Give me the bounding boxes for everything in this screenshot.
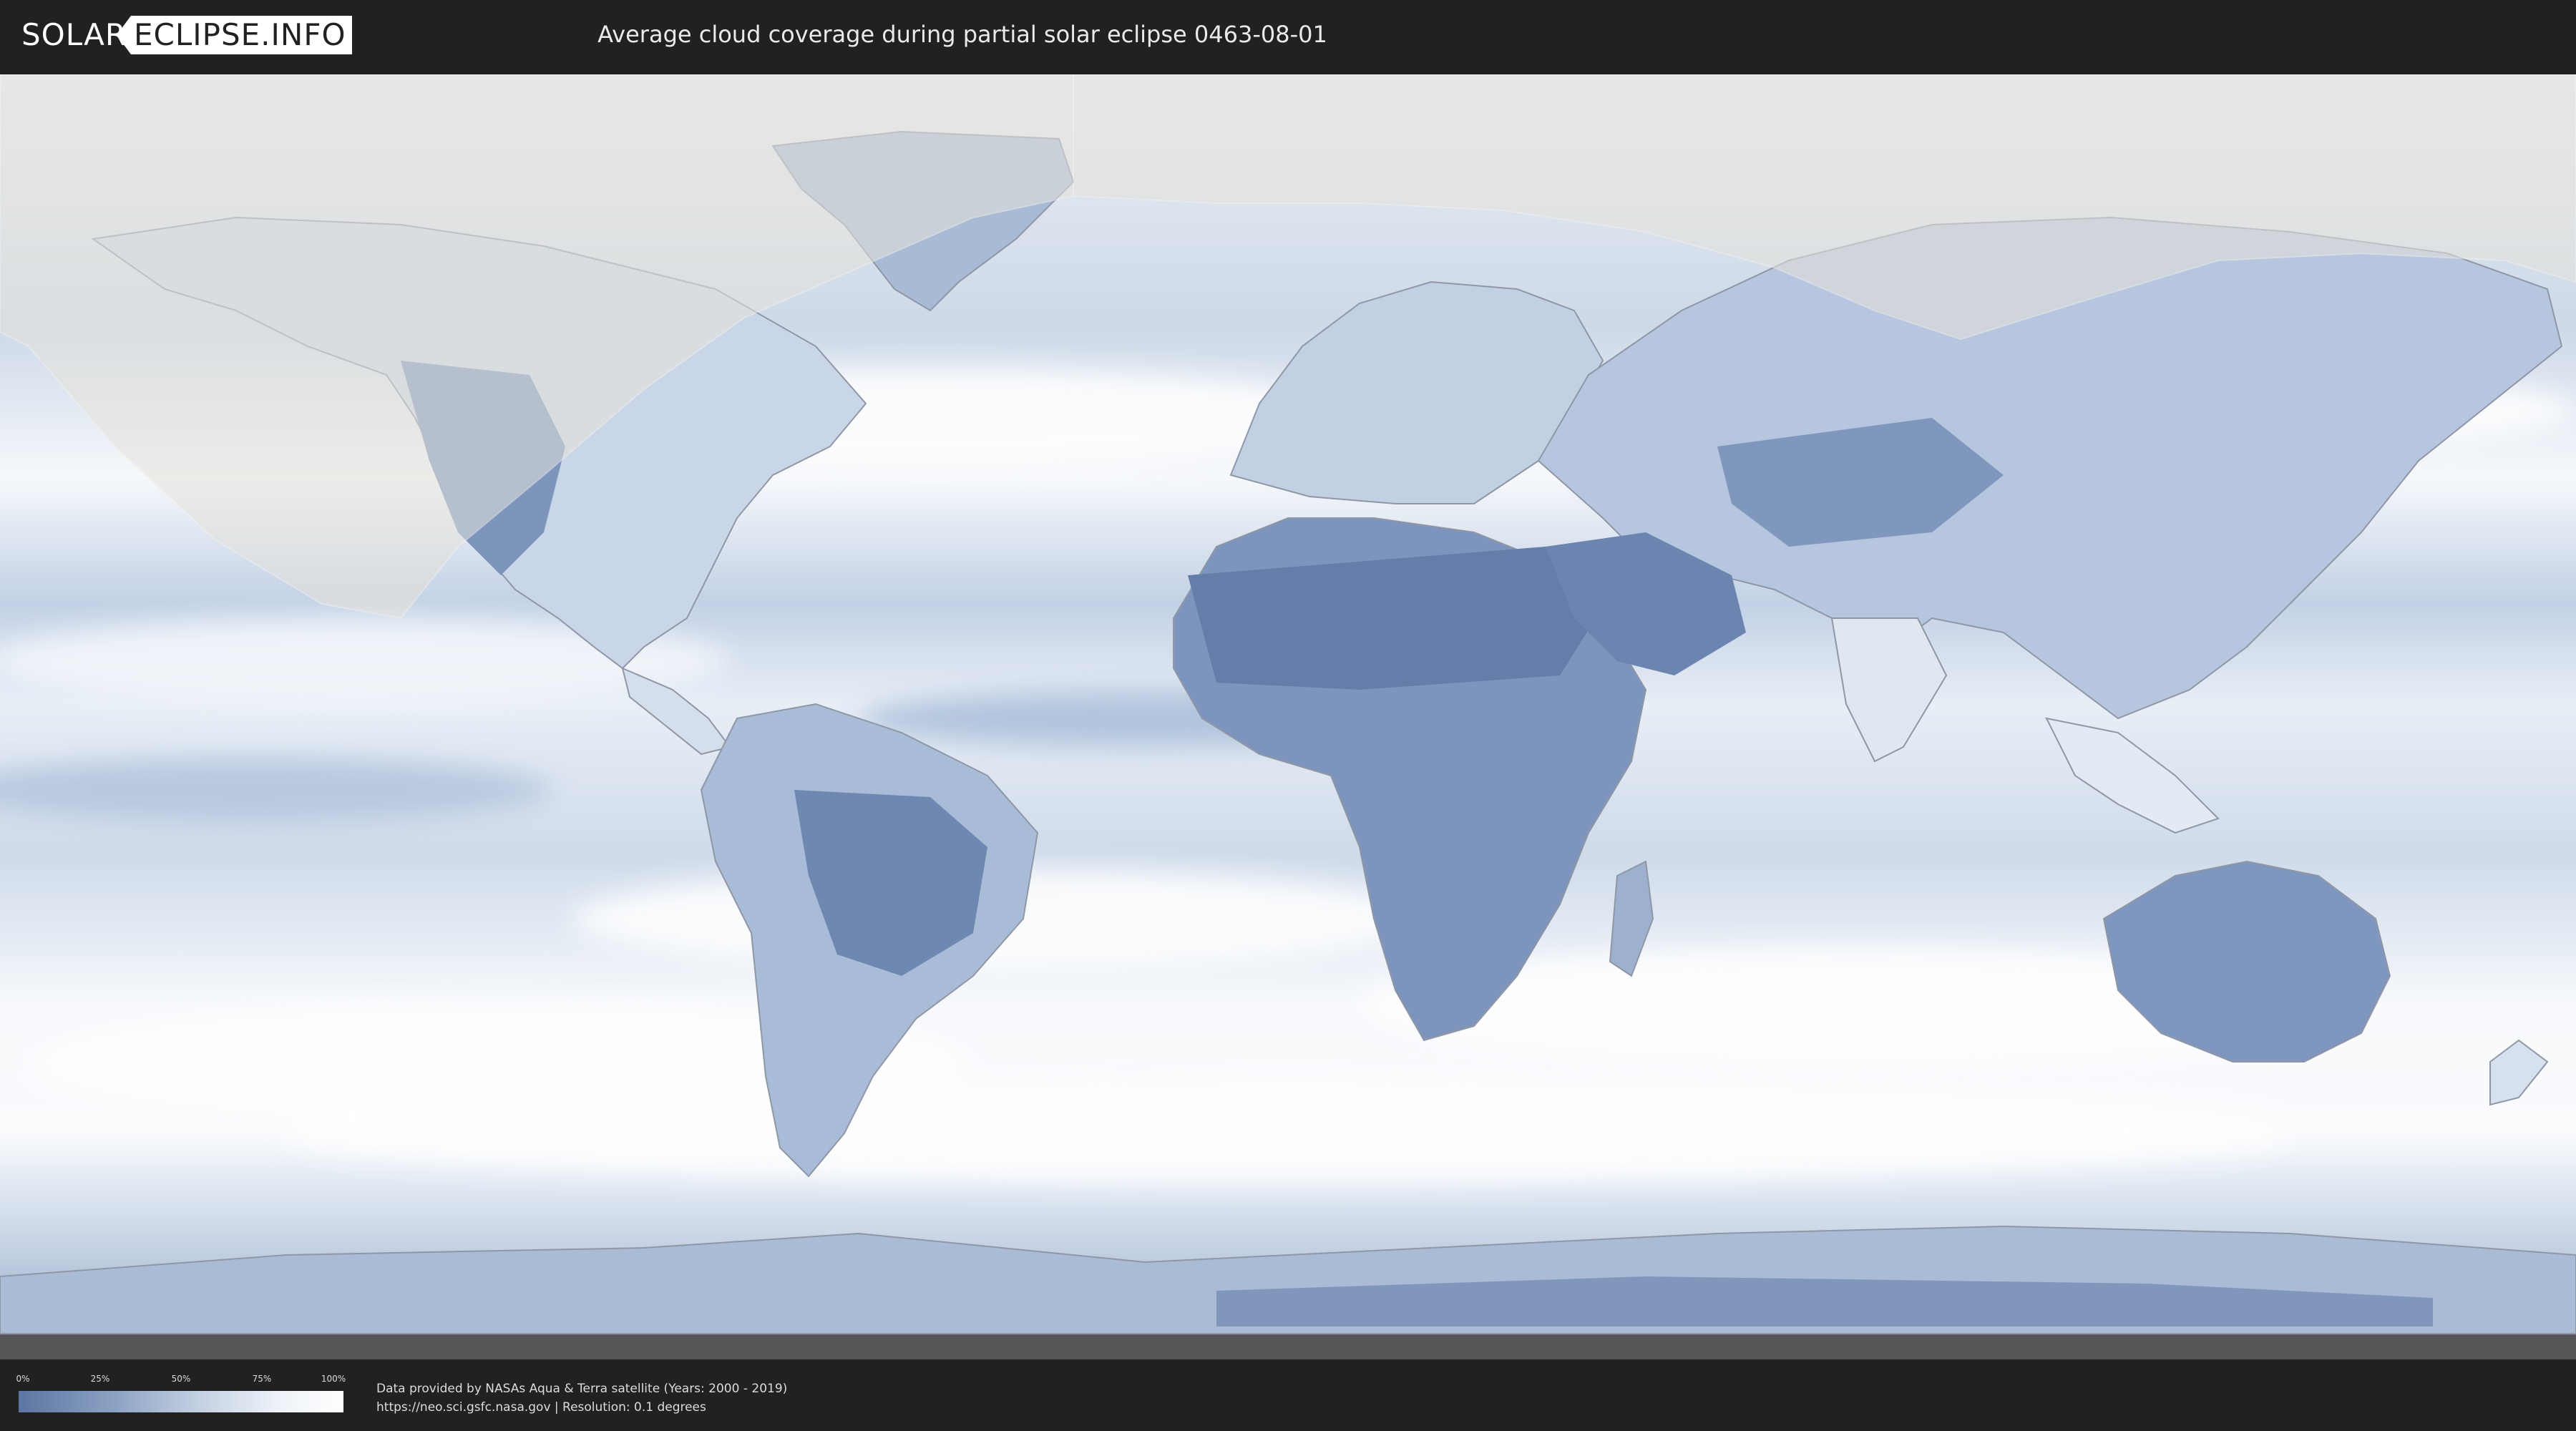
legend-tick: 100% [321,1374,346,1384]
map-bottom-edge [0,1334,2576,1359]
legend-tick: 50% [171,1374,191,1384]
page-title: Average cloud coverage during partial so… [597,21,1327,48]
legend-tick: 0% [16,1374,30,1384]
legend-tick: 75% [252,1374,272,1384]
legend-gradient-bar [19,1391,343,1412]
bottom-bar: 0% 25% 50% 75% 100% Data provided by NAS… [0,1359,2576,1431]
cloud-coverage-legend: 0% 25% 50% 75% 100% [16,1374,346,1417]
credit-url-resolution[interactable]: https://neo.sci.gsfc.nasa.gov | Resoluti… [376,1398,787,1417]
world-map [0,74,2576,1359]
data-credits: Data provided by NASAs Aqua & Terra sate… [376,1379,787,1417]
legend-tick: 25% [90,1374,110,1384]
credit-source: Data provided by NASAs Aqua & Terra sate… [376,1382,788,1396]
top-bar: SOLAR ECLIPSE.INFO Average cloud coverag… [0,0,2576,72]
cloud-coverage-map[interactable] [0,74,2576,1359]
